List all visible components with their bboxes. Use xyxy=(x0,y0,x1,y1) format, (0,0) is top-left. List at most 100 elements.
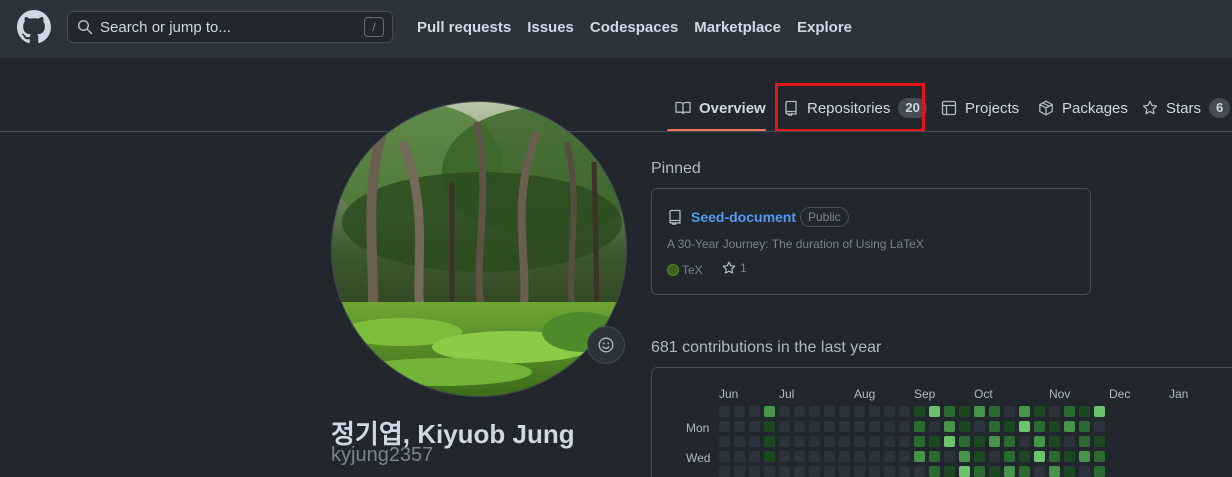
contribution-cell[interactable] xyxy=(1064,466,1075,477)
pinned-repo-link[interactable]: Seed-document xyxy=(691,209,796,225)
contribution-cell[interactable] xyxy=(839,451,850,462)
nav-marketplace[interactable]: Marketplace xyxy=(694,19,781,36)
contribution-cell[interactable] xyxy=(944,436,955,447)
contribution-cell[interactable] xyxy=(869,406,880,417)
contribution-cell[interactable] xyxy=(764,451,775,462)
contribution-cell[interactable] xyxy=(824,421,835,432)
contribution-cell[interactable] xyxy=(974,451,985,462)
contribution-cell[interactable] xyxy=(764,406,775,417)
contribution-cell[interactable] xyxy=(1079,406,1090,417)
contribution-cell[interactable] xyxy=(794,466,805,477)
contribution-cell[interactable] xyxy=(914,451,925,462)
contribution-cell[interactable] xyxy=(1079,451,1090,462)
contribution-cell[interactable] xyxy=(839,406,850,417)
nav-pull-requests[interactable]: Pull requests xyxy=(417,19,511,36)
contribution-cell[interactable] xyxy=(1019,406,1030,417)
contribution-cell[interactable] xyxy=(734,421,745,432)
contribution-cell[interactable] xyxy=(929,406,940,417)
contribution-cell[interactable] xyxy=(764,466,775,477)
contribution-cell[interactable] xyxy=(1004,451,1015,462)
nav-issues[interactable]: Issues xyxy=(527,19,574,36)
contribution-cell[interactable] xyxy=(989,436,1000,447)
contribution-cell[interactable] xyxy=(1094,406,1105,417)
contribution-cell[interactable] xyxy=(989,451,1000,462)
tab-stars[interactable]: Stars 6 xyxy=(1142,95,1231,121)
contribution-cell[interactable] xyxy=(884,421,895,432)
contribution-cell[interactable] xyxy=(884,466,895,477)
contribution-cell[interactable] xyxy=(734,406,745,417)
contribution-cell[interactable] xyxy=(764,421,775,432)
contribution-cell[interactable] xyxy=(1034,436,1045,447)
contribution-cell[interactable] xyxy=(839,466,850,477)
contribution-cell[interactable] xyxy=(734,451,745,462)
contribution-cell[interactable] xyxy=(1079,421,1090,432)
contribution-cell[interactable] xyxy=(779,406,790,417)
contribution-cell[interactable] xyxy=(989,406,1000,417)
contribution-cell[interactable] xyxy=(809,466,820,477)
contribution-cell[interactable] xyxy=(899,406,910,417)
contribution-cell[interactable] xyxy=(914,421,925,432)
contribution-cell[interactable] xyxy=(944,451,955,462)
contribution-cell[interactable] xyxy=(869,436,880,447)
contribution-cell[interactable] xyxy=(929,421,940,432)
contribution-cell[interactable] xyxy=(719,466,730,477)
contribution-cell[interactable] xyxy=(824,436,835,447)
contribution-cell[interactable] xyxy=(959,436,970,447)
search-input[interactable]: Search or jump to... / xyxy=(67,11,393,43)
contribution-cell[interactable] xyxy=(929,451,940,462)
contribution-cell[interactable] xyxy=(989,421,1000,432)
contribution-cell[interactable] xyxy=(809,421,820,432)
nav-explore[interactable]: Explore xyxy=(797,19,852,36)
contribution-cell[interactable] xyxy=(719,436,730,447)
contribution-cell[interactable] xyxy=(794,406,805,417)
contribution-cell[interactable] xyxy=(1049,451,1060,462)
contribution-cell[interactable] xyxy=(779,451,790,462)
contribution-cell[interactable] xyxy=(809,436,820,447)
contribution-cell[interactable] xyxy=(1094,421,1105,432)
contribution-cell[interactable] xyxy=(1079,436,1090,447)
contribution-cell[interactable] xyxy=(1064,436,1075,447)
contribution-cell[interactable] xyxy=(1004,466,1015,477)
contribution-cell[interactable] xyxy=(719,421,730,432)
tab-overview[interactable]: Overview xyxy=(675,95,766,121)
contribution-cell[interactable] xyxy=(809,451,820,462)
contribution-cell[interactable] xyxy=(854,436,865,447)
contribution-cell[interactable] xyxy=(899,451,910,462)
contribution-cell[interactable] xyxy=(1019,466,1030,477)
contribution-cell[interactable] xyxy=(944,406,955,417)
contribution-cell[interactable] xyxy=(1034,466,1045,477)
contribution-cell[interactable] xyxy=(944,466,955,477)
contribution-cell[interactable] xyxy=(719,406,730,417)
avatar[interactable] xyxy=(331,101,627,397)
contribution-cell[interactable] xyxy=(839,436,850,447)
contribution-cell[interactable] xyxy=(1064,421,1075,432)
contribution-cell[interactable] xyxy=(1064,451,1075,462)
contribution-cell[interactable] xyxy=(914,436,925,447)
contribution-cell[interactable] xyxy=(779,436,790,447)
contribution-cell[interactable] xyxy=(959,421,970,432)
contribution-cell[interactable] xyxy=(719,451,730,462)
contribution-cell[interactable] xyxy=(749,466,760,477)
contribution-cell[interactable] xyxy=(824,466,835,477)
contribution-cell[interactable] xyxy=(1094,451,1105,462)
contribution-cell[interactable] xyxy=(779,421,790,432)
contribution-cell[interactable] xyxy=(854,466,865,477)
contribution-cell[interactable] xyxy=(794,436,805,447)
contribution-cell[interactable] xyxy=(929,466,940,477)
contribution-cell[interactable] xyxy=(779,466,790,477)
contribution-cell[interactable] xyxy=(1094,466,1105,477)
contribution-cell[interactable] xyxy=(1019,421,1030,432)
contribution-cell[interactable] xyxy=(959,451,970,462)
contribution-cell[interactable] xyxy=(734,436,745,447)
contribution-cell[interactable] xyxy=(899,421,910,432)
contribution-cell[interactable] xyxy=(794,451,805,462)
contribution-cell[interactable] xyxy=(1019,451,1030,462)
pinned-repo-stars[interactable]: 1 xyxy=(722,261,747,275)
contribution-cell[interactable] xyxy=(1004,406,1015,417)
contribution-cell[interactable] xyxy=(1004,421,1015,432)
tab-packages[interactable]: Packages xyxy=(1038,95,1128,121)
contribution-cell[interactable] xyxy=(974,421,985,432)
contribution-cell[interactable] xyxy=(794,421,805,432)
contribution-cell[interactable] xyxy=(1094,436,1105,447)
contribution-cell[interactable] xyxy=(764,436,775,447)
